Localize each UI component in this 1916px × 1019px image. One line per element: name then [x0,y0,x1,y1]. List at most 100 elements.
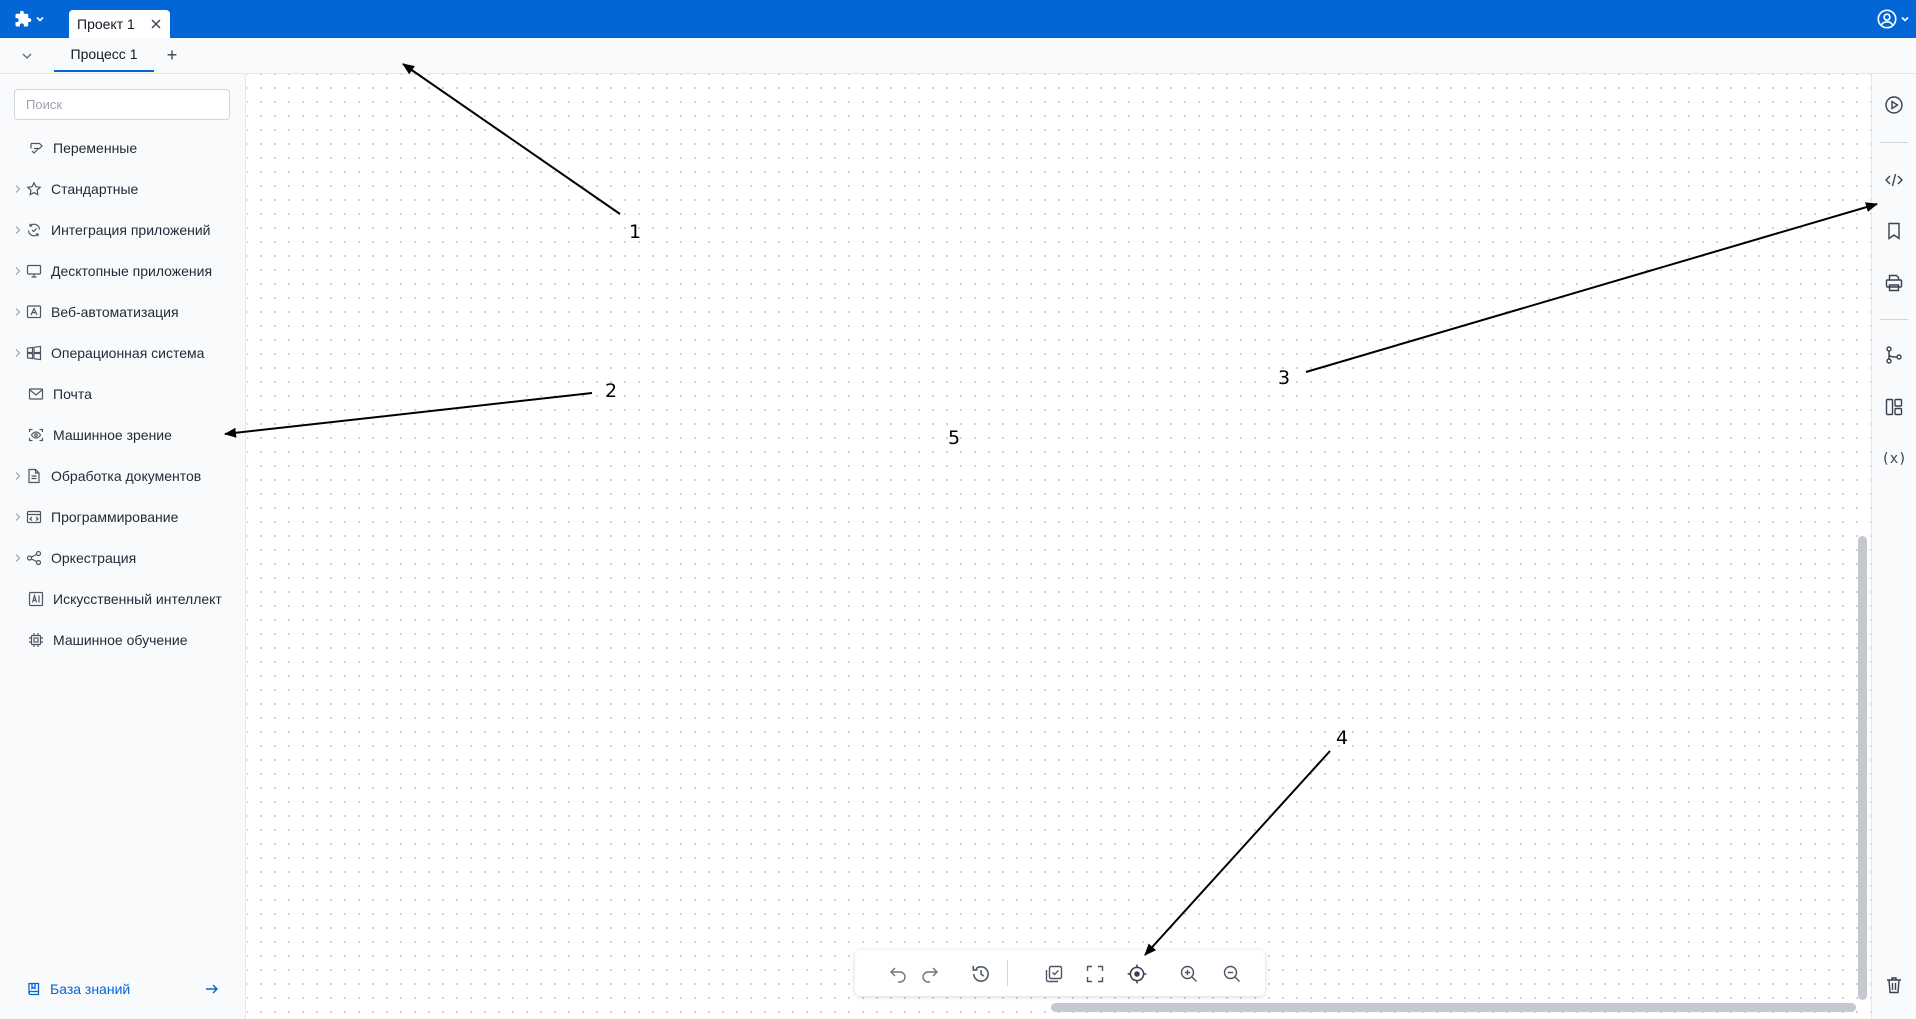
delete-button[interactable] [1883,974,1905,996]
chevron-down-icon[interactable] [18,47,36,65]
select-all-button[interactable] [1043,963,1065,985]
project-tab-label: Проект 1 [77,16,135,32]
arrow-right-icon[interactable] [204,981,220,997]
top-bar: Проект 1 [0,0,1916,38]
process-canvas[interactable] [247,74,1871,1019]
windows-icon [26,345,42,361]
zoom-out-button[interactable] [1221,963,1243,985]
web-automation-icon [26,305,42,319]
bookmark-icon [1888,222,1900,240]
divider [1007,960,1008,986]
history-button[interactable] [970,963,992,985]
chevron-right-icon [15,349,21,357]
chevron-right-icon [15,554,21,562]
run-button[interactable] [1883,94,1905,116]
code-view-button[interactable] [1883,169,1905,191]
annotation-label-3: 3 [1278,367,1291,389]
sidebar-item-label: Стандартные [51,181,139,197]
redo-icon [922,967,938,983]
history-icon [972,965,989,982]
code-window-icon [26,510,42,524]
project-tab[interactable]: Проект 1 [69,10,170,38]
search-input[interactable] [14,89,230,120]
sidebar-item-variables[interactable]: Переменные [0,133,246,163]
zoom-out-icon [1223,965,1240,982]
annotation-label-1: 1 [629,221,642,243]
sidebar-item-label: Интеграция приложений [51,222,211,238]
zoom-in-icon [1180,965,1197,982]
horizontal-scrollbar[interactable] [1051,1003,1856,1012]
ai-icon [28,591,44,607]
sidebar-item-machine-learning[interactable]: Машинное обучение [0,625,246,655]
user-circle-icon [1877,9,1897,29]
star-icon [26,181,42,196]
document-icon [28,468,40,484]
undo-icon [890,967,906,983]
divider [1880,319,1908,320]
sidebar-item-label: Десктопные приложения [51,263,213,279]
center-view-button[interactable] [1126,963,1148,985]
trash-icon [1887,977,1901,994]
sidebar-item-machine-vision[interactable]: Машинное зрение [0,420,246,450]
knowledge-base-link[interactable]: База знаний [26,977,226,1001]
branch-button[interactable] [1883,344,1905,366]
share-nodes-icon [26,550,42,566]
sidebar-item-standard[interactable]: Стандартные [0,174,246,204]
scan-eye-icon [28,428,44,442]
copy-check-icon [1045,965,1063,983]
code-icon [1885,173,1903,187]
monitor-icon [26,264,42,278]
chevron-right-icon [15,267,21,275]
tab-process[interactable]: Процесс 1 [54,38,154,72]
knowledge-base-label: База знаний [50,981,131,997]
layout-panel-icon [1885,398,1903,416]
chevron-right-icon [15,308,21,316]
variables-panel-button[interactable]: (x) [1881,448,1906,470]
redo-button[interactable] [919,963,941,985]
undo-button[interactable] [887,963,909,985]
sidebar-item-mail[interactable]: Почта [0,379,246,409]
play-circle-icon [1885,96,1903,114]
sidebar-item-operating-system[interactable]: Операционная система [0,338,246,368]
sidebar-item-orchestration[interactable]: Оркестрация [0,543,246,573]
git-branch-icon [1886,346,1902,364]
process-tabs-bar: Процесс 1 + [0,38,1916,74]
chevron-right-icon [15,472,21,480]
annotation-label-2: 2 [605,380,618,402]
chevron-down-icon [1901,16,1909,22]
sidebar-item-document-processing[interactable]: Обработка документов [0,461,246,491]
sidebar-item-desktop-apps[interactable]: Десктопные приложения [0,256,246,286]
chevron-right-icon [15,185,21,193]
add-process-tab-button[interactable]: + [162,46,182,66]
chevron-down-icon [36,16,44,22]
book-icon [28,982,40,996]
zoom-in-button[interactable] [1178,963,1200,985]
process-tab-label: Процесс 1 [70,46,138,62]
sidebar-item-label: Машинное обучение [53,632,188,648]
printer-icon [1885,274,1903,292]
app-menu-button[interactable] [14,8,50,30]
mail-icon [28,388,44,400]
printer-button[interactable] [1883,272,1905,294]
chip-icon [29,633,43,647]
sidebar-item-app-integration[interactable]: Интеграция приложений [0,215,246,245]
sidebar-item-label: Оркестрация [51,550,137,566]
vertical-scrollbar[interactable] [1858,536,1867,1000]
sidebar-item-artificial-intelligence[interactable]: Искусственный интеллект [0,584,246,614]
layout-button[interactable] [1883,396,1905,418]
sidebar-item-label: Переменные [53,140,138,156]
user-menu-button[interactable] [1876,7,1912,31]
close-icon[interactable] [149,17,163,31]
fit-to-screen-button[interactable] [1084,963,1106,985]
sidebar-item-programming[interactable]: Программирование [0,502,246,532]
sidebar-item-web-automation[interactable]: Веб-автоматизация [0,297,246,327]
canvas-toolbar [855,950,1265,996]
annotation-label-4: 4 [1336,727,1349,749]
activities-sidebar: Переменные Стандартные Интеграция прилож… [0,74,246,1019]
chevron-right-icon [15,226,21,234]
sidebar-item-label: Программирование [51,509,179,525]
sidebar-item-label: Веб-автоматизация [51,304,179,320]
bookmark-button[interactable] [1883,220,1905,242]
divider [1880,142,1908,143]
right-tool-panel: (x) [1871,74,1916,1019]
